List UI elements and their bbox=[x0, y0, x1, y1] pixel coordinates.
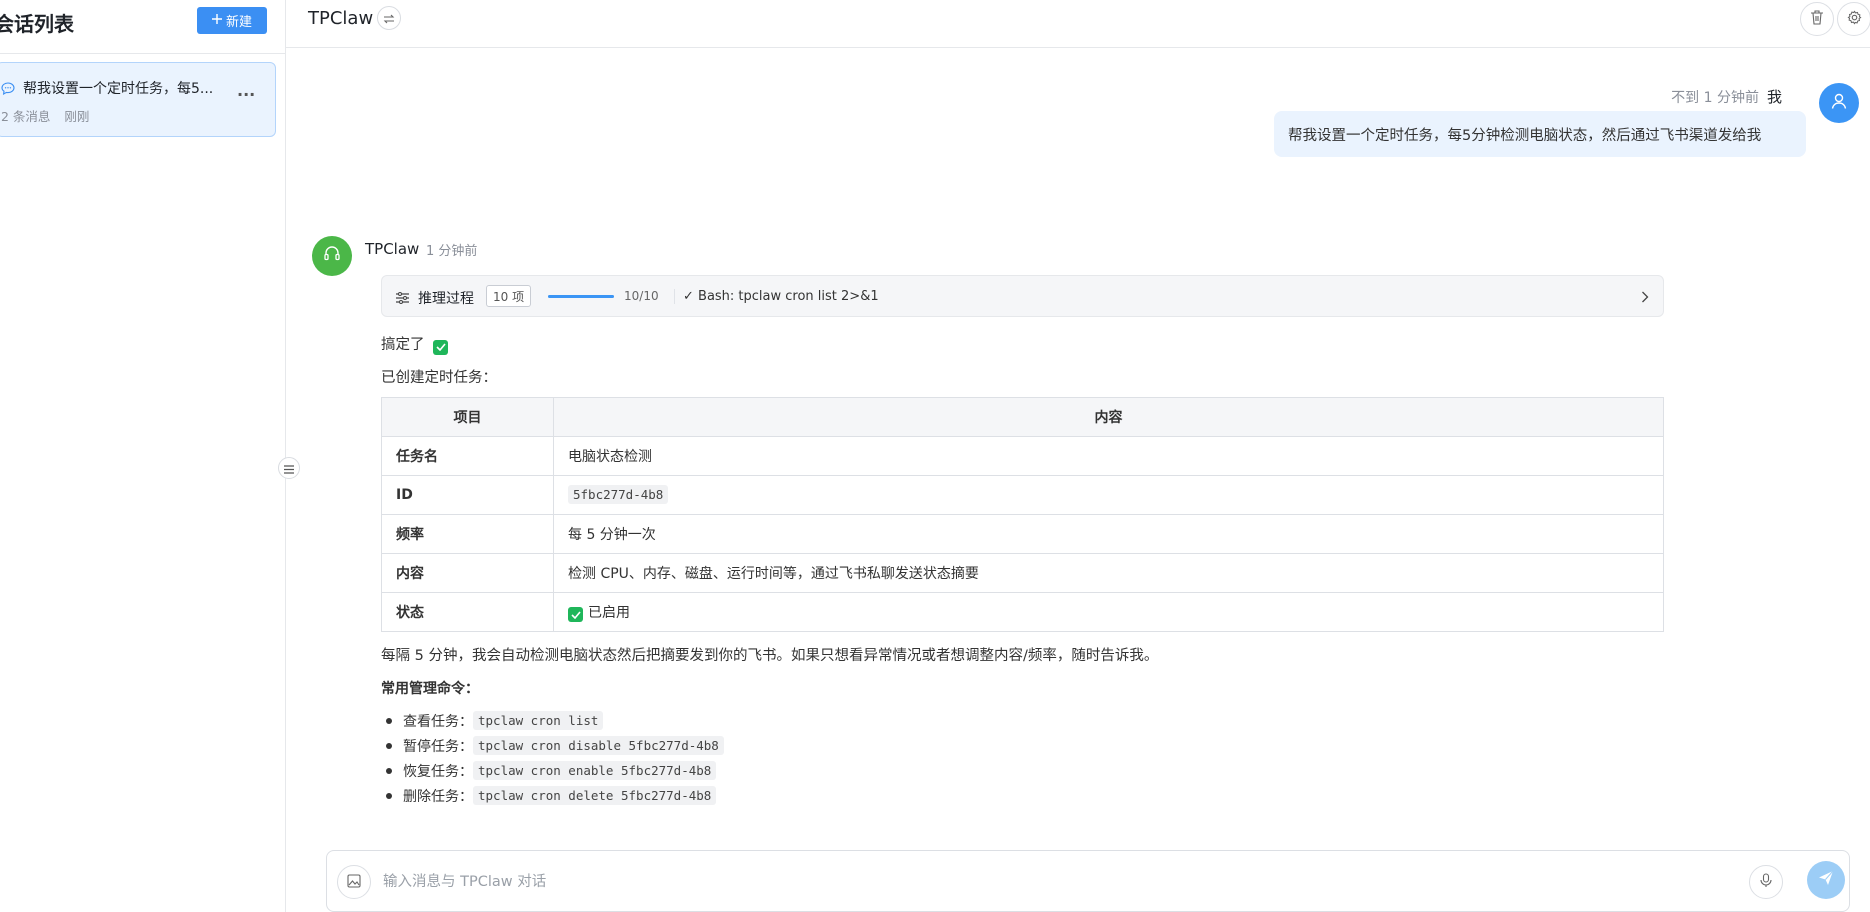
commands-title: 常用管理命令： bbox=[381, 681, 479, 697]
check-icon bbox=[433, 339, 449, 355]
user-icon bbox=[1830, 92, 1848, 114]
conversation-title: 帮我设置一个定时任务，每5... bbox=[23, 81, 214, 97]
chat-title: TPClaw bbox=[308, 8, 374, 29]
chat-bubble-icon bbox=[1, 80, 16, 96]
bot-name: TPClaw bbox=[365, 240, 420, 258]
command-label: 删除任务： bbox=[403, 788, 473, 805]
table-cell-key: 内容 bbox=[381, 553, 554, 593]
bot-avatar bbox=[312, 236, 352, 276]
table-cell-value: 每 5 分钟一次 bbox=[553, 514, 1664, 554]
command-code: tpclaw cron delete 5fbc277d-4b8 bbox=[473, 786, 717, 805]
send-button[interactable] bbox=[1807, 861, 1845, 899]
task-info-table: 项目 内容 任务名 电脑状态检测 ID 5fbc277d-4b8 频率 每 5 … bbox=[381, 397, 1664, 632]
table-cell-value: 已启用 bbox=[553, 592, 1664, 632]
table-row: 状态 已启用 bbox=[381, 592, 1664, 632]
user-message-time: 不到 1 分钟前 bbox=[1671, 90, 1759, 106]
user-message-bubble: 帮我设置一个定时任务，每5分钟检测电脑状态，然后通过飞书渠道发给我 bbox=[1274, 111, 1806, 157]
list-item: 删除任务： tpclaw cron delete 5fbc277d-4b8 bbox=[386, 783, 724, 808]
reasoning-last-step: ✓ Bash: tpclaw cron list 2>&1 bbox=[674, 289, 879, 304]
gear-icon bbox=[1847, 10, 1862, 29]
commands-list: 查看任务： tpclaw cron list 暂停任务： tpclaw cron d… bbox=[386, 708, 724, 808]
conversation-more-button[interactable]: ... bbox=[237, 81, 255, 100]
task-id-code: 5fbc277d-4b8 bbox=[568, 485, 669, 504]
table-cell-key: 频率 bbox=[381, 514, 554, 554]
user-message-meta: 不到 1 分钟前 我 bbox=[1671, 86, 1782, 107]
chevron-right-icon bbox=[1641, 288, 1649, 307]
list-item: 暂停任务： tpclaw cron disable 5fbc277d-4b8 bbox=[386, 733, 724, 758]
send-icon bbox=[1818, 870, 1834, 890]
image-icon bbox=[347, 873, 361, 892]
list-item: 恢复任务： tpclaw cron enable 5fbc277d-4b8 bbox=[386, 758, 724, 783]
reasoning-progress-text: 10/10 bbox=[624, 289, 659, 303]
list-item: 查看任务： tpclaw cron list bbox=[386, 708, 724, 733]
table-cell-value: 5fbc277d-4b8 bbox=[553, 475, 1664, 515]
reasoning-panel[interactable]: 推理过程 10 项 10/10 ✓ Bash: tpclaw cron list… bbox=[381, 275, 1664, 317]
mic-icon bbox=[1760, 872, 1772, 892]
attach-image-button[interactable] bbox=[337, 865, 371, 899]
reasoning-progress-bar bbox=[548, 295, 614, 298]
sliders-icon bbox=[396, 289, 409, 308]
table-cell-value: 检测 CPU、内存、磁盘、运行时间等，通过飞书私聊发送状态摘要 bbox=[553, 553, 1664, 593]
reasoning-label: 推理过程 bbox=[418, 291, 474, 307]
conversation-meta: 2 条消息 刚刚 bbox=[1, 106, 89, 125]
table-cell-key: 任务名 bbox=[381, 436, 554, 476]
message-count: 2 条消息 bbox=[1, 109, 51, 124]
table-row: 内容 检测 CPU、内存、磁盘、运行时间等，通过飞书私聊发送状态摘要 bbox=[381, 553, 1664, 593]
sidebar-toggle-button[interactable] bbox=[278, 457, 300, 479]
trash-icon bbox=[1810, 9, 1824, 29]
command-label: 恢复任务： bbox=[403, 763, 473, 780]
command-code: tpclaw cron disable 5fbc277d-4b8 bbox=[473, 736, 724, 755]
bot-message-time: 1 分钟前 bbox=[426, 244, 478, 259]
bot-summary: 每隔 5 分钟，我会自动检测电脑状态然后把摘要发到你的飞书。如果只想看异常情况或… bbox=[381, 648, 1159, 664]
table-cell-key: 状态 bbox=[381, 592, 554, 632]
table-row: 任务名 电脑状态检测 bbox=[381, 436, 1664, 476]
table-row: ID 5fbc277d-4b8 bbox=[381, 475, 1664, 515]
settings-button[interactable] bbox=[1837, 2, 1870, 36]
sidebar-header: 会话列表 新建 bbox=[0, 0, 285, 54]
table-header-row: 项目 内容 bbox=[381, 397, 1664, 437]
swap-icon bbox=[383, 9, 395, 28]
table-header-content: 内容 bbox=[553, 397, 1664, 437]
user-avatar bbox=[1819, 83, 1859, 123]
reasoning-count-badge: 10 项 bbox=[486, 285, 532, 307]
voice-input-button[interactable] bbox=[1749, 865, 1783, 899]
reasoning-progress-fill bbox=[548, 295, 614, 298]
headset-icon bbox=[323, 245, 341, 267]
sidebar-title: 会话列表 bbox=[0, 12, 74, 36]
command-code: tpclaw cron list bbox=[473, 711, 604, 730]
user-name: 我 bbox=[1766, 88, 1782, 106]
status-value: 已启用 bbox=[588, 604, 630, 621]
check-icon bbox=[568, 607, 583, 623]
table-row: 频率 每 5 分钟一次 bbox=[381, 514, 1664, 554]
table-cell-value: 电脑状态检测 bbox=[553, 436, 1664, 476]
plus-icon bbox=[211, 13, 222, 28]
bot-line-done: 搞定了 bbox=[381, 333, 449, 355]
table-header-item: 项目 bbox=[381, 397, 554, 437]
done-text: 搞定了 bbox=[381, 337, 425, 353]
bot-line-created: 已创建定时任务： bbox=[381, 370, 497, 386]
delete-chat-button[interactable] bbox=[1800, 2, 1834, 36]
switch-button[interactable] bbox=[377, 6, 401, 30]
new-conversation-button[interactable]: 新建 bbox=[197, 7, 267, 34]
chat-header: TPClaw bbox=[286, 0, 1870, 48]
menu-icon bbox=[284, 459, 294, 478]
conversation-item[interactable]: 帮我设置一个定时任务，每5... 2 条消息 刚刚 ... bbox=[0, 62, 276, 137]
message-input[interactable] bbox=[383, 866, 1683, 898]
new-button-label: 新建 bbox=[225, 15, 252, 30]
command-code: tpclaw cron enable 5fbc277d-4b8 bbox=[473, 761, 717, 780]
conversation-time: 刚刚 bbox=[64, 109, 90, 124]
command-label: 查看任务： bbox=[403, 713, 473, 730]
sidebar: 会话列表 新建 帮我设置一个定时任务，每5... 2 条消息 刚刚 ... bbox=[0, 0, 286, 912]
table-cell-key: ID bbox=[381, 475, 554, 515]
command-label: 暂停任务： bbox=[403, 738, 473, 755]
message-input-bar bbox=[326, 850, 1850, 912]
